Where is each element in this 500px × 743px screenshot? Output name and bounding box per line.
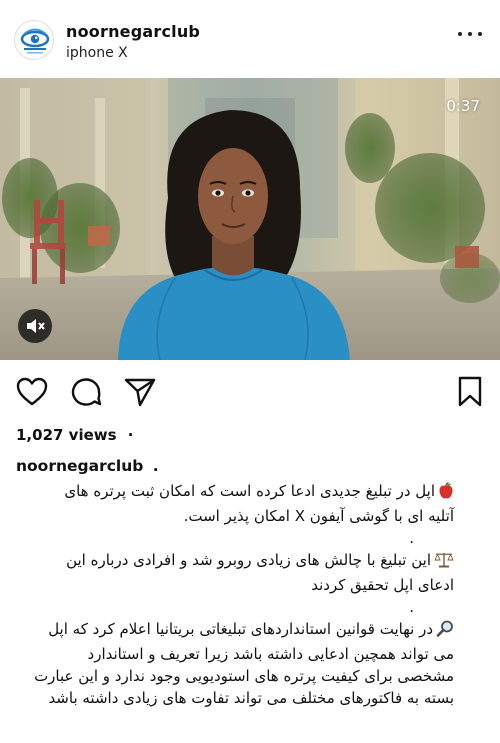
views-text: 1,027 views (16, 426, 117, 444)
heart-icon (16, 377, 48, 406)
share-button[interactable] (123, 376, 157, 408)
comment-button[interactable] (70, 376, 104, 408)
caption-trailing-dot: . (152, 457, 159, 475)
caption-username[interactable]: noornegarclub (16, 457, 143, 475)
paper-plane-icon (124, 378, 156, 407)
bookmark-icon (458, 376, 482, 407)
magnifier-icon (436, 620, 454, 643)
comment-bubble-icon (71, 378, 102, 406)
caption-separator-2: . (409, 598, 414, 616)
caption-paragraph-2: این تبلیغ با چالش های زیادی روبرو شد و ا… (34, 549, 454, 596)
post-location[interactable]: iphone X (66, 45, 128, 61)
views-dot: · (127, 426, 134, 444)
mute-toggle-button[interactable] (18, 309, 52, 343)
like-button[interactable] (15, 376, 49, 408)
views-count[interactable]: 1,027 views · (16, 426, 133, 444)
caption-header: noornegarclub . (16, 457, 159, 475)
caption-body: اپل در تبلیغ جدیدی ادعا کرده است که امکا… (34, 480, 454, 709)
scales-icon (434, 551, 454, 574)
action-bar (0, 360, 500, 418)
apple-icon (438, 482, 454, 505)
profile-avatar[interactable] (14, 20, 54, 60)
post-video[interactable]: 0:37 (0, 78, 500, 360)
post-username[interactable]: noornegarclub (66, 22, 200, 41)
speaker-muted-icon (27, 319, 45, 333)
caption-paragraph-1: اپل در تبلیغ جدیدی ادعا کرده است که امکا… (34, 480, 454, 527)
video-frame-image (0, 78, 500, 360)
eye-logo-icon (15, 21, 53, 59)
caption-paragraph-3-text: در نهایت قوانین استانداردهای تبلیغاتی بر… (34, 620, 454, 707)
caption-paragraph-3: در نهایت قوانین استانداردهای تبلیغاتی بر… (34, 618, 454, 709)
post-header: noornegarclub iphone X (0, 0, 500, 78)
caption-paragraph-2-text: این تبلیغ با چالش های زیادی روبرو شد و ا… (66, 551, 454, 594)
video-timer: 0:37 (446, 97, 480, 115)
more-options-icon[interactable] (458, 30, 482, 38)
save-button[interactable] (454, 376, 488, 408)
caption-separator-1: . (409, 529, 414, 547)
caption-paragraph-1-text: اپل در تبلیغ جدیدی ادعا کرده است که امکا… (64, 482, 454, 525)
